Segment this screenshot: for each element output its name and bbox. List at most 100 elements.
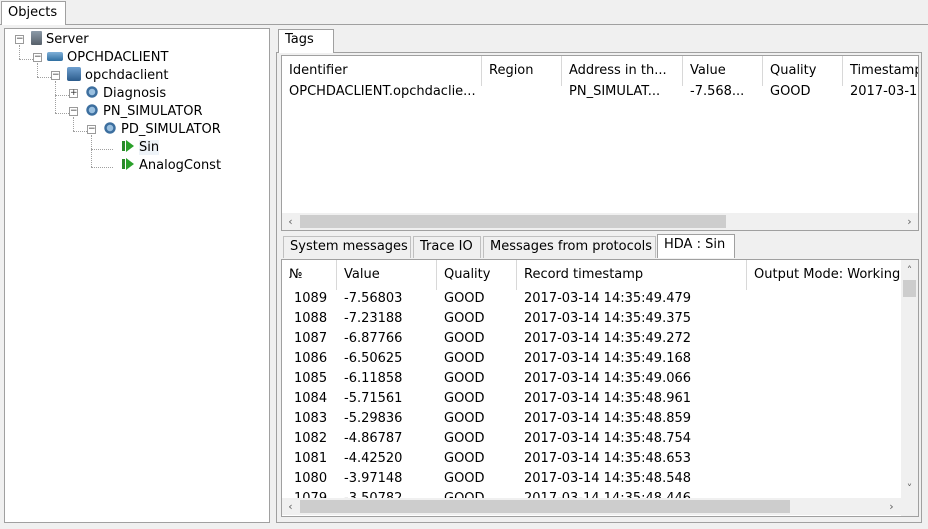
tree-item-pd-simulator[interactable]: PD_SIMULATOR <box>103 121 221 139</box>
cell-value: -7.23188 <box>344 311 403 326</box>
tab-hda-sin[interactable]: HDA : Sin <box>657 234 735 258</box>
scroll-right-icon[interactable]: › <box>883 498 900 515</box>
cell-number: 1087 <box>294 331 328 346</box>
server-icon <box>31 31 42 45</box>
vertical-scrollbar[interactable]: ˄ ˅ <box>901 260 918 498</box>
collapse-toggle[interactable]: − <box>69 107 78 116</box>
collapse-toggle[interactable]: − <box>15 35 24 44</box>
tree-connector <box>73 131 87 132</box>
gear-icon <box>103 121 117 135</box>
scrollbar-thumb[interactable] <box>300 215 726 228</box>
cell-value: -4.42520 <box>344 451 403 466</box>
collapse-toggle[interactable]: − <box>51 71 60 80</box>
client-icon <box>47 52 63 61</box>
cell-quality: GOOD <box>444 431 485 446</box>
tree-connector <box>91 167 113 168</box>
cell-quality: GOOD <box>444 351 485 366</box>
cell-value: -7.568... <box>690 84 745 99</box>
cell-record-timestamp: 2017-03-14 14:35:49.066 <box>524 371 692 386</box>
scroll-up-icon[interactable]: ˄ <box>901 262 918 279</box>
column-header-number[interactable]: № <box>282 260 337 290</box>
tag-arrow-icon <box>121 157 135 171</box>
tab-tags[interactable]: Tags <box>278 29 334 53</box>
cell-record-timestamp: 2017-03-14 14:35:48.653 <box>524 451 692 466</box>
tab-messages-from-protocols[interactable]: Messages from protocols <box>483 236 656 258</box>
cell-value: -3.97148 <box>344 471 403 486</box>
scroll-left-icon[interactable]: ‹ <box>282 498 299 515</box>
tree-connector <box>91 135 92 167</box>
cell-number: 1081 <box>294 451 328 466</box>
tree-item-server[interactable]: Server <box>31 31 89 49</box>
scroll-right-icon[interactable]: › <box>901 213 918 230</box>
tab-objects[interactable]: Objects <box>1 1 66 25</box>
cell-identifier: OPCHDACLIENT.opchdaclie... <box>289 84 476 99</box>
tree-connector <box>37 63 38 77</box>
cell-address: PN_SIMULAT... <box>569 84 661 99</box>
cell-record-timestamp: 2017-03-14 14:35:48.548 <box>524 471 692 486</box>
cell-quality: GOOD <box>444 311 485 326</box>
tree-item-opchdaclient[interactable]: opchdaclient <box>67 67 169 85</box>
cell-quality: GOOD <box>444 371 485 386</box>
cell-timestamp: 2017-03-1 <box>850 84 918 99</box>
scroll-corner <box>901 498 918 516</box>
horizontal-scrollbar[interactable]: ‹ › <box>282 498 901 515</box>
column-header-record-timestamp[interactable]: Record timestamp <box>517 260 747 290</box>
tree-item-pn-simulator[interactable]: PN_SIMULATOR <box>85 103 203 121</box>
scrollbar-thumb[interactable] <box>300 500 790 513</box>
tree-connector <box>73 117 74 131</box>
tree-connector <box>91 149 113 150</box>
tree-connector <box>37 77 51 78</box>
tree-connector <box>55 81 56 113</box>
cell-value: -6.50625 <box>344 351 403 366</box>
horizontal-scrollbar[interactable]: ‹ › <box>282 213 918 230</box>
node-icon <box>67 67 81 81</box>
tags-table[interactable]: Identifier Region Address in th... Value… <box>281 55 919 231</box>
tree-connector <box>19 45 20 59</box>
tree-connector <box>55 95 69 96</box>
tree-item-diagnosis[interactable]: Diagnosis <box>85 85 166 103</box>
cell-value: -6.11858 <box>344 371 403 386</box>
column-header-quality[interactable]: Quality <box>437 260 517 290</box>
cell-quality: GOOD <box>770 84 811 99</box>
expand-toggle[interactable]: + <box>69 89 78 98</box>
cell-quality: GOOD <box>444 451 485 466</box>
cell-number: 1083 <box>294 411 328 426</box>
tab-system-messages[interactable]: System messages <box>283 236 411 258</box>
cell-record-timestamp: 2017-03-14 14:35:48.859 <box>524 411 692 426</box>
tree-item-opchdaclient-root[interactable]: OPCHDACLIENT <box>47 49 168 67</box>
cell-record-timestamp: 2017-03-14 14:35:49.272 <box>524 331 692 346</box>
collapse-toggle[interactable]: − <box>33 53 42 62</box>
tab-trace-io[interactable]: Trace IO <box>413 236 481 258</box>
cell-value: -7.56803 <box>344 291 403 306</box>
tag-arrow-icon <box>121 139 135 153</box>
cell-number: 1084 <box>294 391 328 406</box>
cell-value: -5.71561 <box>344 391 403 406</box>
cell-quality: GOOD <box>444 291 485 306</box>
cell-record-timestamp: 2017-03-14 14:35:49.168 <box>524 351 692 366</box>
cell-quality: GOOD <box>444 391 485 406</box>
cell-record-timestamp: 2017-03-14 14:35:49.375 <box>524 311 692 326</box>
cell-number: 1085 <box>294 371 328 386</box>
gear-icon <box>85 85 99 99</box>
tree-item-analogconst[interactable]: AnalogConst <box>121 157 221 175</box>
cell-quality: GOOD <box>444 331 485 346</box>
cell-number: 1089 <box>294 291 328 306</box>
tree-item-sin[interactable]: Sin <box>121 139 160 157</box>
cell-number: 1080 <box>294 471 328 486</box>
collapse-toggle[interactable]: − <box>87 125 96 134</box>
cell-value: -4.86787 <box>344 431 403 446</box>
object-tree[interactable]: − Server − OPCHDACLIENT − opchdaclient +… <box>4 28 270 523</box>
cell-record-timestamp: 2017-03-14 14:35:49.479 <box>524 291 692 306</box>
cell-value: -6.87766 <box>344 331 403 346</box>
cell-number: 1082 <box>294 431 328 446</box>
column-header-output-mode[interactable]: Output Mode: Working <box>747 260 903 290</box>
scroll-down-icon[interactable]: ˅ <box>901 480 918 497</box>
cell-region <box>489 82 559 102</box>
cell-number: 1088 <box>294 311 328 326</box>
hda-table[interactable]: № Value Quality Record timestamp Output … <box>281 259 919 517</box>
column-header-value[interactable]: Value <box>337 260 437 290</box>
cell-record-timestamp: 2017-03-14 14:35:48.961 <box>524 391 692 406</box>
tree-connector <box>55 113 69 114</box>
scroll-left-icon[interactable]: ‹ <box>282 213 299 230</box>
scrollbar-thumb[interactable] <box>903 280 916 297</box>
